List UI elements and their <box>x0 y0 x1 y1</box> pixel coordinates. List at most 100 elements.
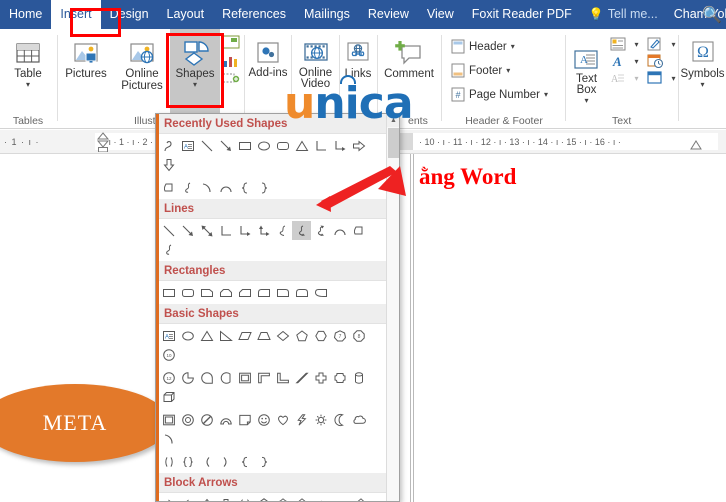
shape-curly-brackets[interactable] <box>178 452 197 471</box>
tab-insert[interactable]: Insert <box>51 0 100 29</box>
drop-cap-icon[interactable]: A <box>610 71 626 85</box>
shape-triangle[interactable] <box>292 136 311 155</box>
tab-references[interactable]: References <box>213 0 295 29</box>
shapes-dropdown-panel[interactable]: Recently Used Shapes A Lines <box>155 113 400 502</box>
shape-curved-connector[interactable] <box>273 221 292 240</box>
shape-four-way-arrow[interactable] <box>273 495 292 502</box>
chevron-down-icon[interactable]: ▾ <box>634 40 638 49</box>
shape-curve[interactable] <box>159 136 178 155</box>
shape-snip-same-side-corner[interactable] <box>216 283 235 302</box>
shape-line[interactable] <box>197 136 216 155</box>
shape-corner[interactable] <box>273 368 292 387</box>
signature-line-icon[interactable] <box>647 37 664 51</box>
header-button[interactable]: Header ▾ <box>451 37 548 56</box>
shape-rounded-rectangle[interactable] <box>273 136 292 155</box>
footer-button[interactable]: Footer ▾ <box>451 61 548 80</box>
tab-foxit-reader-pdf[interactable]: Foxit Reader PDF <box>463 0 581 29</box>
shape-block-arc[interactable] <box>216 410 235 429</box>
shape-line-double-arrow[interactable] <box>197 221 216 240</box>
shape-elbow-arrow-connector[interactable] <box>330 136 349 155</box>
shape-bent-arrow[interactable] <box>311 495 330 502</box>
screenshot-icon[interactable] <box>222 71 240 85</box>
shape-diagonal-stripe[interactable] <box>292 368 311 387</box>
shape-up-arrow[interactable] <box>197 495 216 502</box>
chevron-down-icon[interactable]: ▾ <box>672 40 676 49</box>
shape-curved-arrow-connector[interactable] <box>292 221 311 240</box>
shape-scribble[interactable] <box>159 240 178 259</box>
wordart-icon[interactable]: A <box>610 54 626 68</box>
tell-me-box[interactable]: 💡 Tell me... <box>581 0 666 29</box>
shape-donut[interactable] <box>178 410 197 429</box>
shape-pentagon[interactable] <box>292 326 311 345</box>
shape-decagon[interactable]: 10 <box>159 345 178 364</box>
shape-sun[interactable] <box>311 410 330 429</box>
shape-trapezoid[interactable] <box>254 326 273 345</box>
chevron-down-icon[interactable]: ▾ <box>544 90 548 99</box>
shape-left-up-arrow[interactable] <box>349 495 368 502</box>
chevron-down-icon[interactable]: ▾ <box>26 81 30 89</box>
shape-rectangle[interactable] <box>235 136 254 155</box>
shape-right-bracket[interactable] <box>216 452 235 471</box>
shape-chord[interactable] <box>216 368 235 387</box>
chevron-down-icon[interactable]: ▾ <box>193 81 197 89</box>
shape-dodecagon[interactable]: 12 <box>159 368 178 387</box>
addins-button[interactable]: Add-ins <box>245 29 291 79</box>
shape-down-arrow[interactable] <box>159 155 178 174</box>
links-button[interactable]: Links <box>340 29 376 80</box>
shape-line-arrow[interactable] <box>178 221 197 240</box>
shape-round-brackets[interactable] <box>159 452 178 471</box>
online-pictures-button[interactable]: Online Pictures <box>114 29 170 92</box>
shape-parallelogram[interactable] <box>235 326 254 345</box>
tab-view[interactable]: View <box>418 0 463 29</box>
scrollbar-thumb[interactable] <box>388 128 399 158</box>
shape-left-arrow[interactable] <box>178 495 197 502</box>
shape-rounded-rectangle[interactable] <box>178 283 197 302</box>
shape-heptagon[interactable]: 7 <box>330 326 349 345</box>
shape-elbow-double-arrow[interactable] <box>254 221 273 240</box>
shape-snip-diagonal-corner[interactable] <box>235 283 254 302</box>
symbols-button[interactable]: Ω Symbols ▾ <box>679 29 726 89</box>
shape-snip-single-corner[interactable] <box>197 283 216 302</box>
table-button[interactable]: Table ▾ <box>0 29 56 89</box>
tab-review[interactable]: Review <box>359 0 418 29</box>
dropdown-scrollbar[interactable]: ▲ <box>386 114 399 501</box>
document-page[interactable]: ằng Word <box>410 154 726 502</box>
chevron-down-icon[interactable]: ▾ <box>700 81 704 89</box>
chart-icon[interactable] <box>222 53 240 69</box>
shape-no-symbol[interactable] <box>197 410 216 429</box>
indent-marker-icon[interactable] <box>96 132 110 152</box>
shape-freeform[interactable] <box>159 178 178 197</box>
shape-triangle[interactable] <box>197 326 216 345</box>
shape-right-triangle[interactable] <box>216 326 235 345</box>
shape-cylinder[interactable] <box>349 368 368 387</box>
shape-down-arrow[interactable] <box>216 495 235 502</box>
shape-round-same-side-corner[interactable] <box>292 283 311 302</box>
smartart-icon[interactable] <box>222 35 240 51</box>
shape-hexagon[interactable] <box>311 326 330 345</box>
tab-mailings[interactable]: Mailings <box>295 0 359 29</box>
object-icon[interactable] <box>647 71 664 85</box>
shape-left-right-arrow[interactable] <box>235 495 254 502</box>
shape-right-brace[interactable] <box>254 178 273 197</box>
tab-home[interactable]: Home <box>0 0 51 29</box>
shape-pie[interactable] <box>178 368 197 387</box>
shape-lightning-bolt[interactable] <box>292 410 311 429</box>
shape-oval[interactable] <box>254 136 273 155</box>
shape-elbow-connector[interactable] <box>311 136 330 155</box>
shape-cube[interactable] <box>159 387 178 406</box>
shape-left-bracket[interactable] <box>197 452 216 471</box>
scroll-up-arrow-icon[interactable]: ▲ <box>387 114 400 127</box>
shape-elbow-arrow-connector[interactable] <box>235 221 254 240</box>
shape-frame[interactable] <box>235 368 254 387</box>
shape-line-arrow[interactable] <box>216 136 235 155</box>
shapes-button[interactable]: Shapes ▾ <box>170 29 220 89</box>
shape-tee-arrow[interactable] <box>292 495 311 502</box>
shape-heart[interactable] <box>273 410 292 429</box>
page-number-button[interactable]: # Page Number ▾ <box>451 85 548 104</box>
tab-layout[interactable]: Layout <box>158 0 214 29</box>
shape-left-brace[interactable] <box>235 178 254 197</box>
shape-text-box[interactable]: A <box>159 326 178 345</box>
shape-smiley-face[interactable] <box>254 410 273 429</box>
shape-arc[interactable] <box>330 221 349 240</box>
chevron-down-icon[interactable]: ▾ <box>584 97 588 105</box>
